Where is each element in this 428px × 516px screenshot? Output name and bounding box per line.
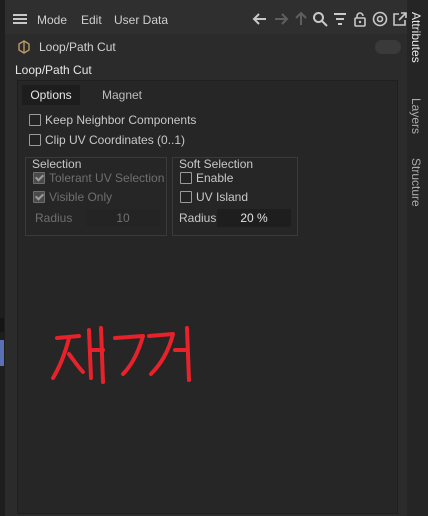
enable-label: Enable (196, 171, 234, 185)
soft-radius-field[interactable]: 20 % (217, 209, 291, 227)
side-tab-strip: Attributes Layers Structure (407, 0, 428, 516)
red-handwritten-annotation (51, 326, 191, 384)
keep-neighbor-checkbox[interactable] (29, 114, 41, 126)
side-tab-layers[interactable]: Layers (409, 98, 423, 134)
object-toggle[interactable] (375, 40, 401, 54)
clip-uv-checkbox[interactable] (29, 134, 41, 146)
tolerant-uv-label: Tolerant UV Selection (49, 171, 165, 185)
soft-selection-group-title: Soft Selection (179, 157, 254, 171)
clip-uv-label: Clip UV Coordinates (0..1) (45, 133, 186, 147)
toolbar: Mode Edit User Data (5, 0, 407, 34)
side-tab-attributes[interactable]: Attributes (409, 12, 423, 63)
tab-options[interactable]: Options (22, 85, 80, 105)
visible-only-label: Visible Only (49, 190, 113, 204)
hamburger-menu-icon[interactable] (13, 14, 27, 24)
keep-neighbor-label: Keep Neighbor Components (45, 113, 197, 127)
uv-island-checkbox[interactable] (180, 191, 192, 203)
back-arrow-icon[interactable] (252, 11, 268, 27)
attributes-panel: Mode Edit User Data Loop/Path Cut Loop/P… (5, 0, 407, 516)
loop-cut-icon (17, 40, 31, 54)
menu-mode[interactable]: Mode (37, 13, 67, 27)
vertical-scrollbar[interactable] (407, 84, 426, 516)
left-edge-highlight (0, 340, 4, 366)
lock-icon[interactable] (352, 11, 368, 27)
filter-icon[interactable] (332, 11, 348, 27)
search-icon[interactable] (312, 11, 328, 27)
tolerant-uv-checkbox (33, 172, 45, 184)
selection-radius-label: Radius (35, 211, 73, 225)
uv-island-label: UV Island (196, 190, 249, 204)
enable-checkbox[interactable] (180, 172, 192, 184)
tab-magnet[interactable]: Magnet (88, 85, 156, 105)
new-window-icon[interactable] (392, 11, 408, 27)
selection-group: Selection Tolerant UV Selection Visible … (25, 157, 167, 236)
section-title: Loop/Path Cut (15, 63, 92, 77)
selection-group-title: Selection (32, 157, 82, 171)
object-header: Loop/Path Cut (5, 36, 407, 58)
side-tab-structure[interactable]: Structure (409, 158, 423, 207)
soft-selection-group: Soft Selection Enable UV Island Radius 2… (172, 157, 298, 236)
up-arrow-icon[interactable] (293, 11, 309, 27)
menu-user-data[interactable]: User Data (114, 13, 168, 27)
attributes-content: Options Magnet Keep Neighbor Components … (17, 80, 398, 514)
target-icon[interactable] (372, 11, 388, 27)
soft-radius-label: Radius (179, 211, 217, 225)
menu-edit[interactable]: Edit (81, 13, 102, 27)
left-edge-marker (0, 318, 4, 332)
selection-radius-field: 10 (86, 209, 160, 227)
visible-only-checkbox (33, 191, 45, 203)
forward-arrow-icon[interactable] (273, 11, 289, 27)
object-name: Loop/Path Cut (39, 40, 116, 54)
